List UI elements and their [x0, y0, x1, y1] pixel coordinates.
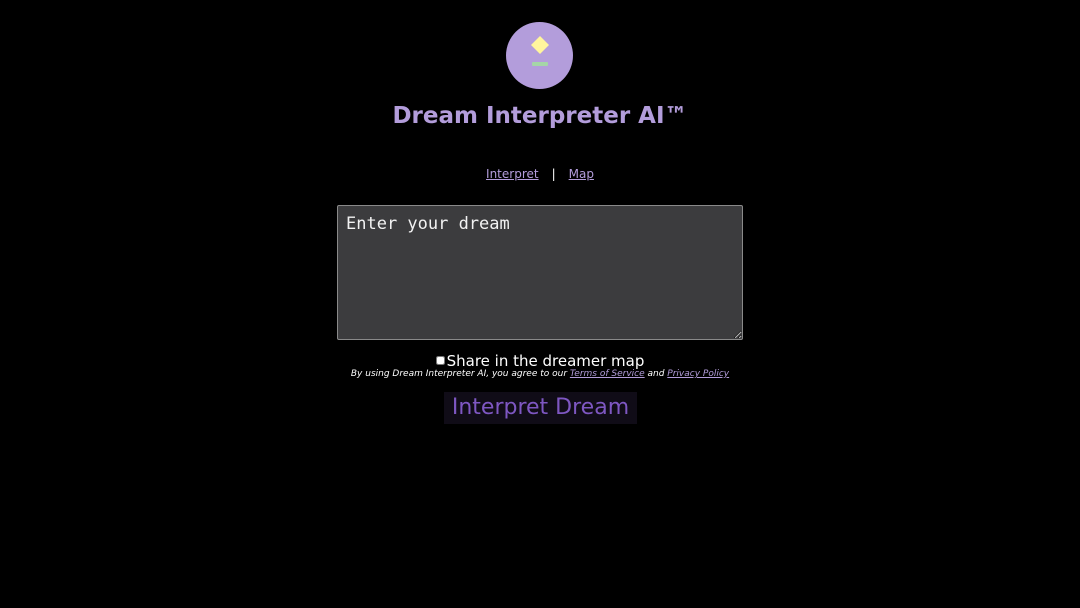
- interpret-dream-button[interactable]: Interpret Dream: [444, 392, 637, 424]
- page-title: Dream Interpreter AI™: [392, 103, 688, 129]
- share-map-checkbox[interactable]: [435, 356, 445, 365]
- nav-separator: |: [551, 167, 556, 181]
- terms-of-service-link[interactable]: Terms of Service: [570, 369, 645, 379]
- nav-link-interpret[interactable]: Interpret: [486, 167, 539, 181]
- dream-input[interactable]: [337, 205, 743, 340]
- dream-lamp-icon: [531, 36, 549, 66]
- app-logo: [506, 22, 573, 89]
- privacy-policy-link[interactable]: Privacy Policy: [667, 369, 729, 379]
- main-nav: Interpret | Map: [0, 166, 1080, 182]
- terms-and: and: [644, 369, 668, 379]
- terms-notice: By using Dream Interpreter AI, you agree…: [0, 368, 1080, 380]
- terms-prefix: By using Dream Interpreter AI, you agree…: [350, 369, 570, 379]
- nav-link-map[interactable]: Map: [569, 167, 594, 181]
